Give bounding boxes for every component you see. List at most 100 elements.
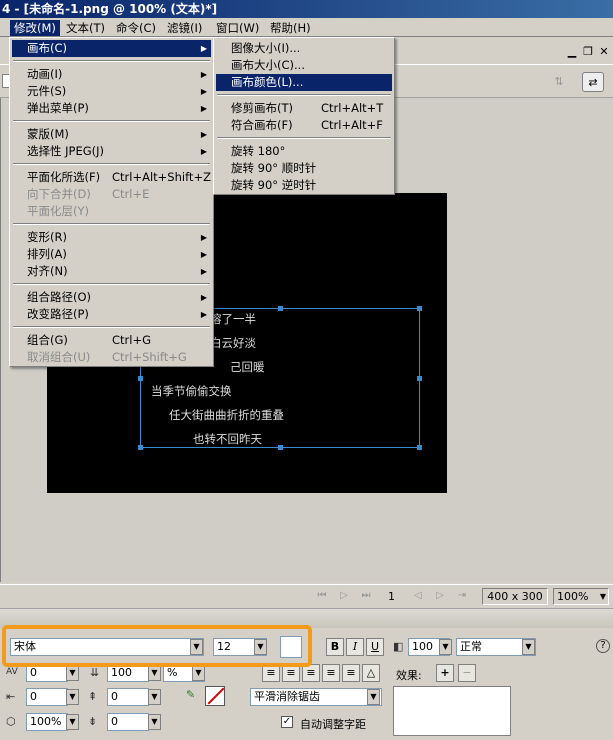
pen-icon: ✎: [186, 688, 196, 701]
auto-kern-checkbox[interactable]: ✓: [281, 716, 293, 728]
first-frame-icon[interactable]: ⏮: [316, 590, 328, 602]
title-bar: 4 - [未命名-1.png @ 100% (文本)*]: [0, 0, 613, 18]
space-before-icon: ⇞: [88, 690, 98, 703]
menu-commands[interactable]: 命令(C): [112, 20, 160, 36]
blend-mode-value: 正常: [460, 640, 482, 653]
horizontal-scale-field[interactable]: 100%: [26, 713, 68, 731]
loop-icon[interactable]: ⇥: [456, 590, 468, 602]
chevron-down-icon[interactable]: ▼: [66, 714, 79, 730]
chevron-down-icon[interactable]: ▼: [148, 714, 161, 730]
bold-button[interactable]: B: [326, 638, 344, 656]
menu-item-rotate-90-cw[interactable]: 旋转 90° 顺时针: [216, 160, 392, 177]
resize-handle[interactable]: [138, 376, 143, 381]
effects-list[interactable]: [393, 686, 511, 736]
resize-handle[interactable]: [417, 306, 422, 311]
space-after-field[interactable]: 0: [107, 713, 149, 731]
menu-modify[interactable]: 修改(M): [10, 20, 60, 36]
menu-text[interactable]: 文本(T): [62, 20, 109, 36]
resize-handle[interactable]: [417, 445, 422, 450]
kerning-value: 0: [30, 666, 37, 679]
menu-item-rotate-90-ccw[interactable]: 旋转 90° 逆时针: [216, 177, 392, 194]
resize-handle[interactable]: [138, 445, 143, 450]
preview-icon[interactable]: ⇄: [582, 72, 604, 92]
menu-item-canvas-color[interactable]: 画布颜色(L)...: [216, 74, 392, 91]
menu-help[interactable]: 帮助(H): [266, 20, 315, 36]
menu-item-group[interactable]: 组合(G) Ctrl+G: [12, 332, 211, 349]
chevron-down-icon[interactable]: ▼: [148, 689, 161, 705]
help-button[interactable]: ?: [596, 639, 610, 653]
leading-icon: ⇊: [90, 666, 100, 679]
submenu-arrow-icon: ▶: [200, 233, 207, 242]
menu-item-animation[interactable]: 动画(I) ▶: [12, 66, 211, 83]
status-bar: ⏮ ▷ ⏭ 1 ◁ ▷ ⇥ 400 x 300 100% ▼: [0, 584, 613, 606]
next-frame-icon[interactable]: ▷: [434, 590, 446, 602]
align-right-icon[interactable]: ≡: [322, 664, 340, 682]
menu-item-merge-down[interactable]: 向下合并(D) Ctrl+E: [12, 186, 211, 203]
submenu-arrow-icon: ▶: [200, 250, 207, 259]
chevron-down-icon[interactable]: ▼: [439, 639, 452, 655]
canvas-size[interactable]: 400 x 300: [482, 588, 548, 605]
menu-item-selective-jpeg[interactable]: 选择性 JPEG(J) ▶: [12, 143, 211, 160]
menu-item-canvas-size[interactable]: 画布大小(C)...: [216, 57, 392, 74]
submenu-arrow-icon: ▶: [200, 310, 207, 319]
resize-handle[interactable]: [278, 445, 283, 450]
separator: [13, 163, 210, 165]
zoom-select[interactable]: 100% ▼: [553, 588, 609, 605]
remove-effect-button[interactable]: −: [458, 664, 476, 682]
resize-handle[interactable]: [417, 376, 422, 381]
menu-window[interactable]: 窗口(W): [212, 20, 263, 36]
chevron-down-icon[interactable]: ▼: [66, 665, 79, 681]
menu-item-flatten-layers[interactable]: 平面化层(Y): [12, 203, 211, 220]
menu-item-canvas[interactable]: 画布(C) ▶: [12, 40, 211, 57]
menu-item-transform[interactable]: 变形(R) ▶: [12, 229, 211, 246]
modify-menu: 画布(C) ▶ 动画(I) ▶ 元件(S) ▶ 弹出菜单(P) ▶ 蒙版(M) ▶ 选择性…: [9, 37, 214, 367]
menu-item-fit-canvas[interactable]: 符合画布(F) Ctrl+Alt+F: [216, 117, 392, 134]
chevron-down-icon[interactable]: ▼: [148, 665, 161, 681]
update-icon[interactable]: ⇅: [548, 72, 570, 92]
submenu-arrow-icon: ▶: [200, 87, 207, 96]
stroke-color-swatch[interactable]: [205, 686, 225, 706]
chevron-down-icon[interactable]: ▼: [522, 639, 535, 655]
menu-item-align[interactable]: 对齐(N) ▶: [12, 263, 211, 280]
submenu-arrow-icon: ▶: [200, 267, 207, 276]
underline-button[interactable]: U: [366, 638, 384, 656]
add-effect-button[interactable]: +: [436, 664, 454, 682]
submenu-arrow-icon: ▶: [200, 130, 207, 139]
menu-filters[interactable]: 滤镜(I): [163, 20, 206, 36]
stretch-icon[interactable]: △: [362, 664, 380, 682]
opacity-icon: ◧: [393, 640, 404, 653]
minimize-icon[interactable]: ▁: [566, 46, 578, 58]
space-before-field[interactable]: 0: [107, 688, 149, 706]
chevron-down-icon[interactable]: ▼: [367, 689, 380, 705]
indent-field[interactable]: 0: [26, 688, 68, 706]
effects-label: 效果:: [396, 669, 422, 682]
menu-item-rotate-180[interactable]: 旋转 180°: [216, 143, 392, 160]
play-icon[interactable]: ▷: [338, 590, 350, 602]
last-frame-icon[interactable]: ⏭: [360, 590, 372, 602]
separator: [13, 326, 210, 328]
close-icon[interactable]: ✕: [598, 46, 610, 58]
restore-icon[interactable]: ❐: [582, 46, 594, 58]
menu-item-ungroup[interactable]: 取消组合(U) Ctrl+Shift+G: [12, 349, 211, 366]
menu-item-flatten-selection[interactable]: 平面化所选(F) Ctrl+Alt+Shift+Z: [12, 169, 211, 186]
menu-item-symbol[interactable]: 元件(S) ▶: [12, 83, 211, 100]
separator: [13, 283, 210, 285]
separator: [13, 60, 210, 62]
prev-frame-icon[interactable]: ◁: [412, 590, 424, 602]
menu-item-arrange[interactable]: 排列(A) ▶: [12, 246, 211, 263]
menu-item-trim-canvas[interactable]: 修剪画布(T) Ctrl+Alt+T: [216, 100, 392, 117]
menu-item-alter-path[interactable]: 改变路径(P) ▶: [12, 306, 211, 323]
menu-item-image-size[interactable]: 图像大小(I)...: [216, 40, 392, 57]
menu-bar: 修改(M) 文本(T) 命令(C) 滤镜(I) 窗口(W) 帮助(H): [0, 18, 613, 37]
italic-button[interactable]: I: [346, 638, 364, 656]
chevron-down-icon[interactable]: ▼: [66, 689, 79, 705]
antialias-select[interactable]: 平滑消除锯齿: [250, 688, 382, 706]
chevron-down-icon[interactable]: ▼: [192, 665, 205, 681]
menu-item-combine-paths[interactable]: 组合路径(O) ▶: [12, 289, 211, 306]
resize-handle[interactable]: [278, 306, 283, 311]
separator: [13, 223, 210, 225]
menu-item-popup-menu[interactable]: 弹出菜单(P) ▶: [12, 100, 211, 117]
indent-icon: ⇤: [6, 690, 16, 703]
menu-item-mask[interactable]: 蒙版(M) ▶: [12, 126, 211, 143]
justify-icon[interactable]: ≡: [342, 664, 360, 682]
